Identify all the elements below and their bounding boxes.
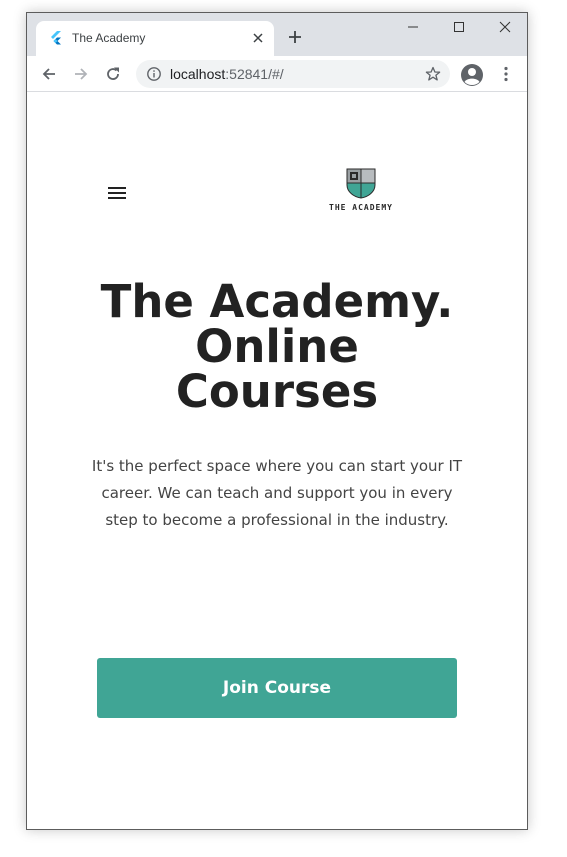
hero-title: The Academy. Online Courses bbox=[67, 279, 487, 414]
address-bar[interactable]: localhost:52841/#/ bbox=[136, 60, 450, 88]
hero-description: It's the perfect space where you can sta… bbox=[91, 457, 463, 529]
hero-title-line: Online bbox=[195, 320, 359, 373]
browser-toolbar: localhost:52841/#/ bbox=[27, 56, 527, 92]
academy-logo[interactable]: THE ACADEMY bbox=[323, 167, 399, 213]
plus-icon[interactable] bbox=[287, 29, 303, 45]
flutter-icon bbox=[51, 31, 61, 45]
maximize-icon[interactable] bbox=[451, 19, 467, 35]
hamburger-menu-icon[interactable] bbox=[106, 184, 128, 202]
hero-title-line: Courses bbox=[175, 365, 379, 418]
close-icon[interactable] bbox=[250, 30, 266, 46]
minimize-icon[interactable] bbox=[405, 19, 421, 35]
browser-tab[interactable]: The Academy bbox=[36, 21, 274, 56]
shield-logo-icon bbox=[346, 168, 376, 199]
url-host: localhost bbox=[170, 66, 226, 82]
hero-title-line: The Academy. bbox=[100, 275, 454, 328]
back-arrow-icon[interactable] bbox=[40, 65, 58, 83]
reload-icon[interactable] bbox=[104, 65, 122, 83]
url-text: localhost:52841/#/ bbox=[170, 66, 284, 82]
info-icon[interactable] bbox=[146, 66, 162, 82]
tab-title: The Academy bbox=[72, 31, 146, 45]
profile-icon[interactable] bbox=[460, 63, 484, 87]
forward-arrow-icon[interactable] bbox=[72, 65, 90, 83]
join-course-button[interactable]: Join Course bbox=[97, 658, 457, 718]
window-close-icon[interactable] bbox=[497, 19, 513, 35]
page-content: THE ACADEMY The Academy. Online Courses … bbox=[27, 93, 527, 829]
tab-strip: The Academy bbox=[27, 13, 527, 56]
star-icon[interactable] bbox=[425, 66, 441, 82]
logo-text: THE ACADEMY bbox=[329, 203, 393, 212]
url-rest: :52841/#/ bbox=[225, 66, 284, 82]
kebab-menu-icon[interactable] bbox=[497, 65, 515, 83]
browser-window: The Academy localhost:52841/#/ THE ACADE… bbox=[26, 12, 528, 830]
